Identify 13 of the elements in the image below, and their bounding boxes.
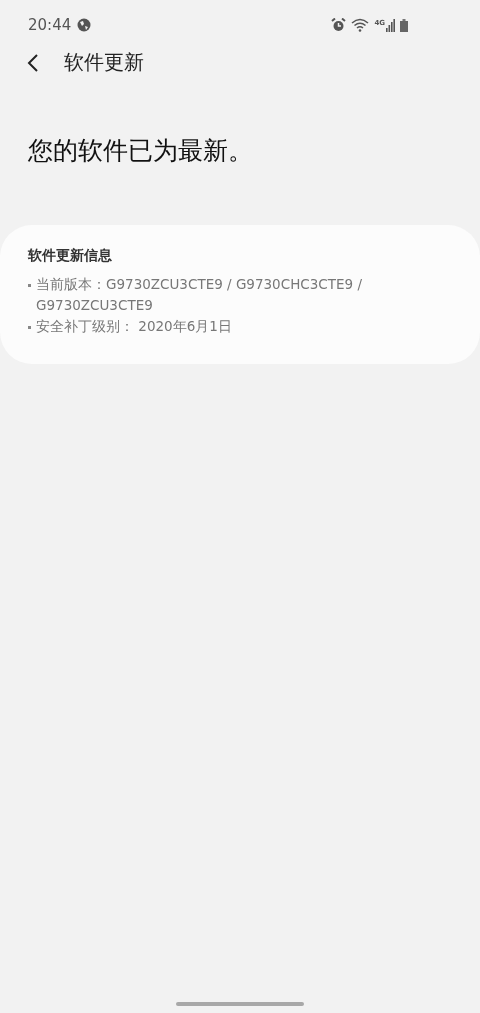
alarm-icon bbox=[331, 18, 347, 32]
info-text: 安全补丁级别： 2020年6月1日 bbox=[36, 317, 233, 336]
status-time: 20:44 bbox=[28, 16, 72, 34]
wifi-icon bbox=[351, 18, 370, 32]
globe-icon bbox=[77, 18, 92, 32]
status-headline: 您的软件已为最新。 bbox=[27, 135, 254, 167]
battery-icon bbox=[400, 18, 408, 32]
page-title: 软件更新 bbox=[64, 49, 144, 76]
bullet-icon bbox=[28, 284, 31, 287]
signal-icon bbox=[386, 18, 395, 32]
card-title: 软件更新信息 bbox=[28, 247, 113, 265]
bullet-icon bbox=[28, 326, 31, 329]
info-text: 当前版本：G9730ZCU3CTE9 / G9730CHC3CTE9 / G9730ZCU3CTE9 bbox=[36, 275, 363, 315]
